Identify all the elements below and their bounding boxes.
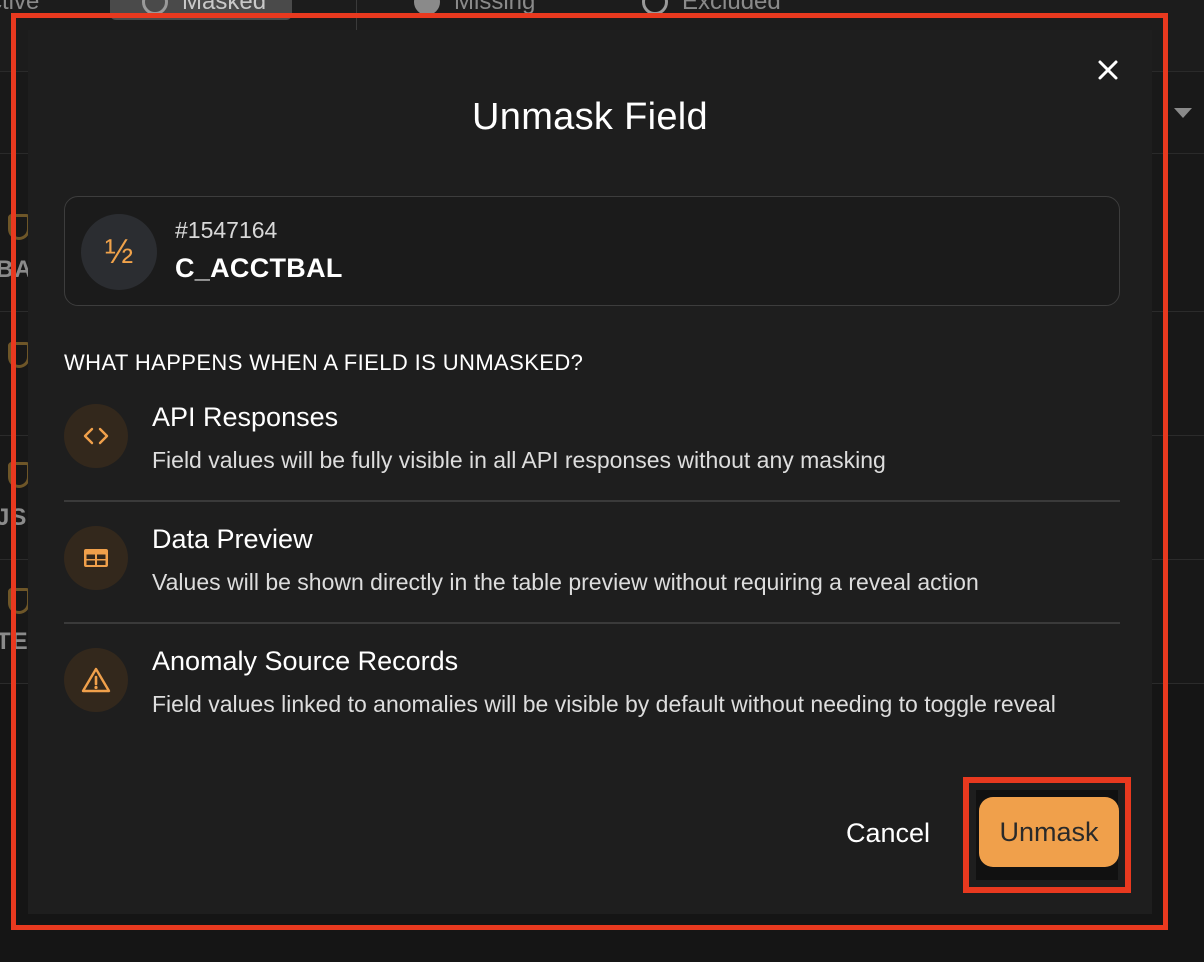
eye-off-icon [642,0,668,15]
divider [64,622,1120,624]
info-description: Values will be shown directly in the tab… [152,569,979,595]
field-type-icon: ½ [81,214,157,290]
alert-icon [414,0,440,15]
divider [64,500,1120,502]
info-title: Anomaly Source Records [152,646,459,676]
field-name: C_ACCTBAL [175,253,343,283]
tab-separator [356,0,357,30]
warning-icon-badge [64,648,128,712]
tab-masked-label: Masked [182,0,267,15]
tab-excluded-label: Excluded [682,0,781,15]
section-heading: WHAT HAPPENS WHEN A FIELD IS UNMASKED? [64,350,584,375]
cancel-button[interactable]: Cancel [846,818,930,849]
unmask-field-dialog: Unmask Field ½ #1547164 C_ACCTBAL WHAT H… [28,30,1152,914]
chevron-down-icon[interactable] [1174,108,1192,118]
table-icon-badge [64,526,128,590]
warning-icon [81,667,111,693]
close-button[interactable] [1094,56,1122,84]
code-icon-badge [64,404,128,468]
row-text: TE [0,628,29,655]
shield-icon [8,214,30,240]
close-icon [1098,60,1118,80]
row-text: JS [0,504,28,531]
field-id: #1547164 [175,217,278,243]
dialog-title: Unmask Field [472,96,708,138]
tab-excluded[interactable]: Excluded [642,0,781,20]
tab-active-label: ctive [0,0,40,15]
field-card: ½ #1547164 C_ACCTBAL [64,196,1120,306]
unmask-button[interactable]: Unmask [979,797,1119,867]
info-description: Field values linked to anomalies will be… [152,691,1056,717]
info-title: API Responses [152,402,339,432]
tab-masked[interactable]: Masked [110,0,293,20]
info-title: Data Preview [152,524,313,554]
info-description: Field values will be fully visible in al… [152,447,886,473]
shield-icon [8,462,30,488]
shield-icon [8,342,30,368]
tab-active[interactable]: ctive [0,0,39,20]
table-icon [84,549,108,567]
mask-icon [142,0,168,15]
shield-icon [8,588,30,614]
unmask-button-highlight: Unmask [963,777,1131,893]
code-icon [83,427,109,445]
tab-missing[interactable]: Missing [414,0,535,20]
tab-missing-label: Missing [454,0,536,15]
